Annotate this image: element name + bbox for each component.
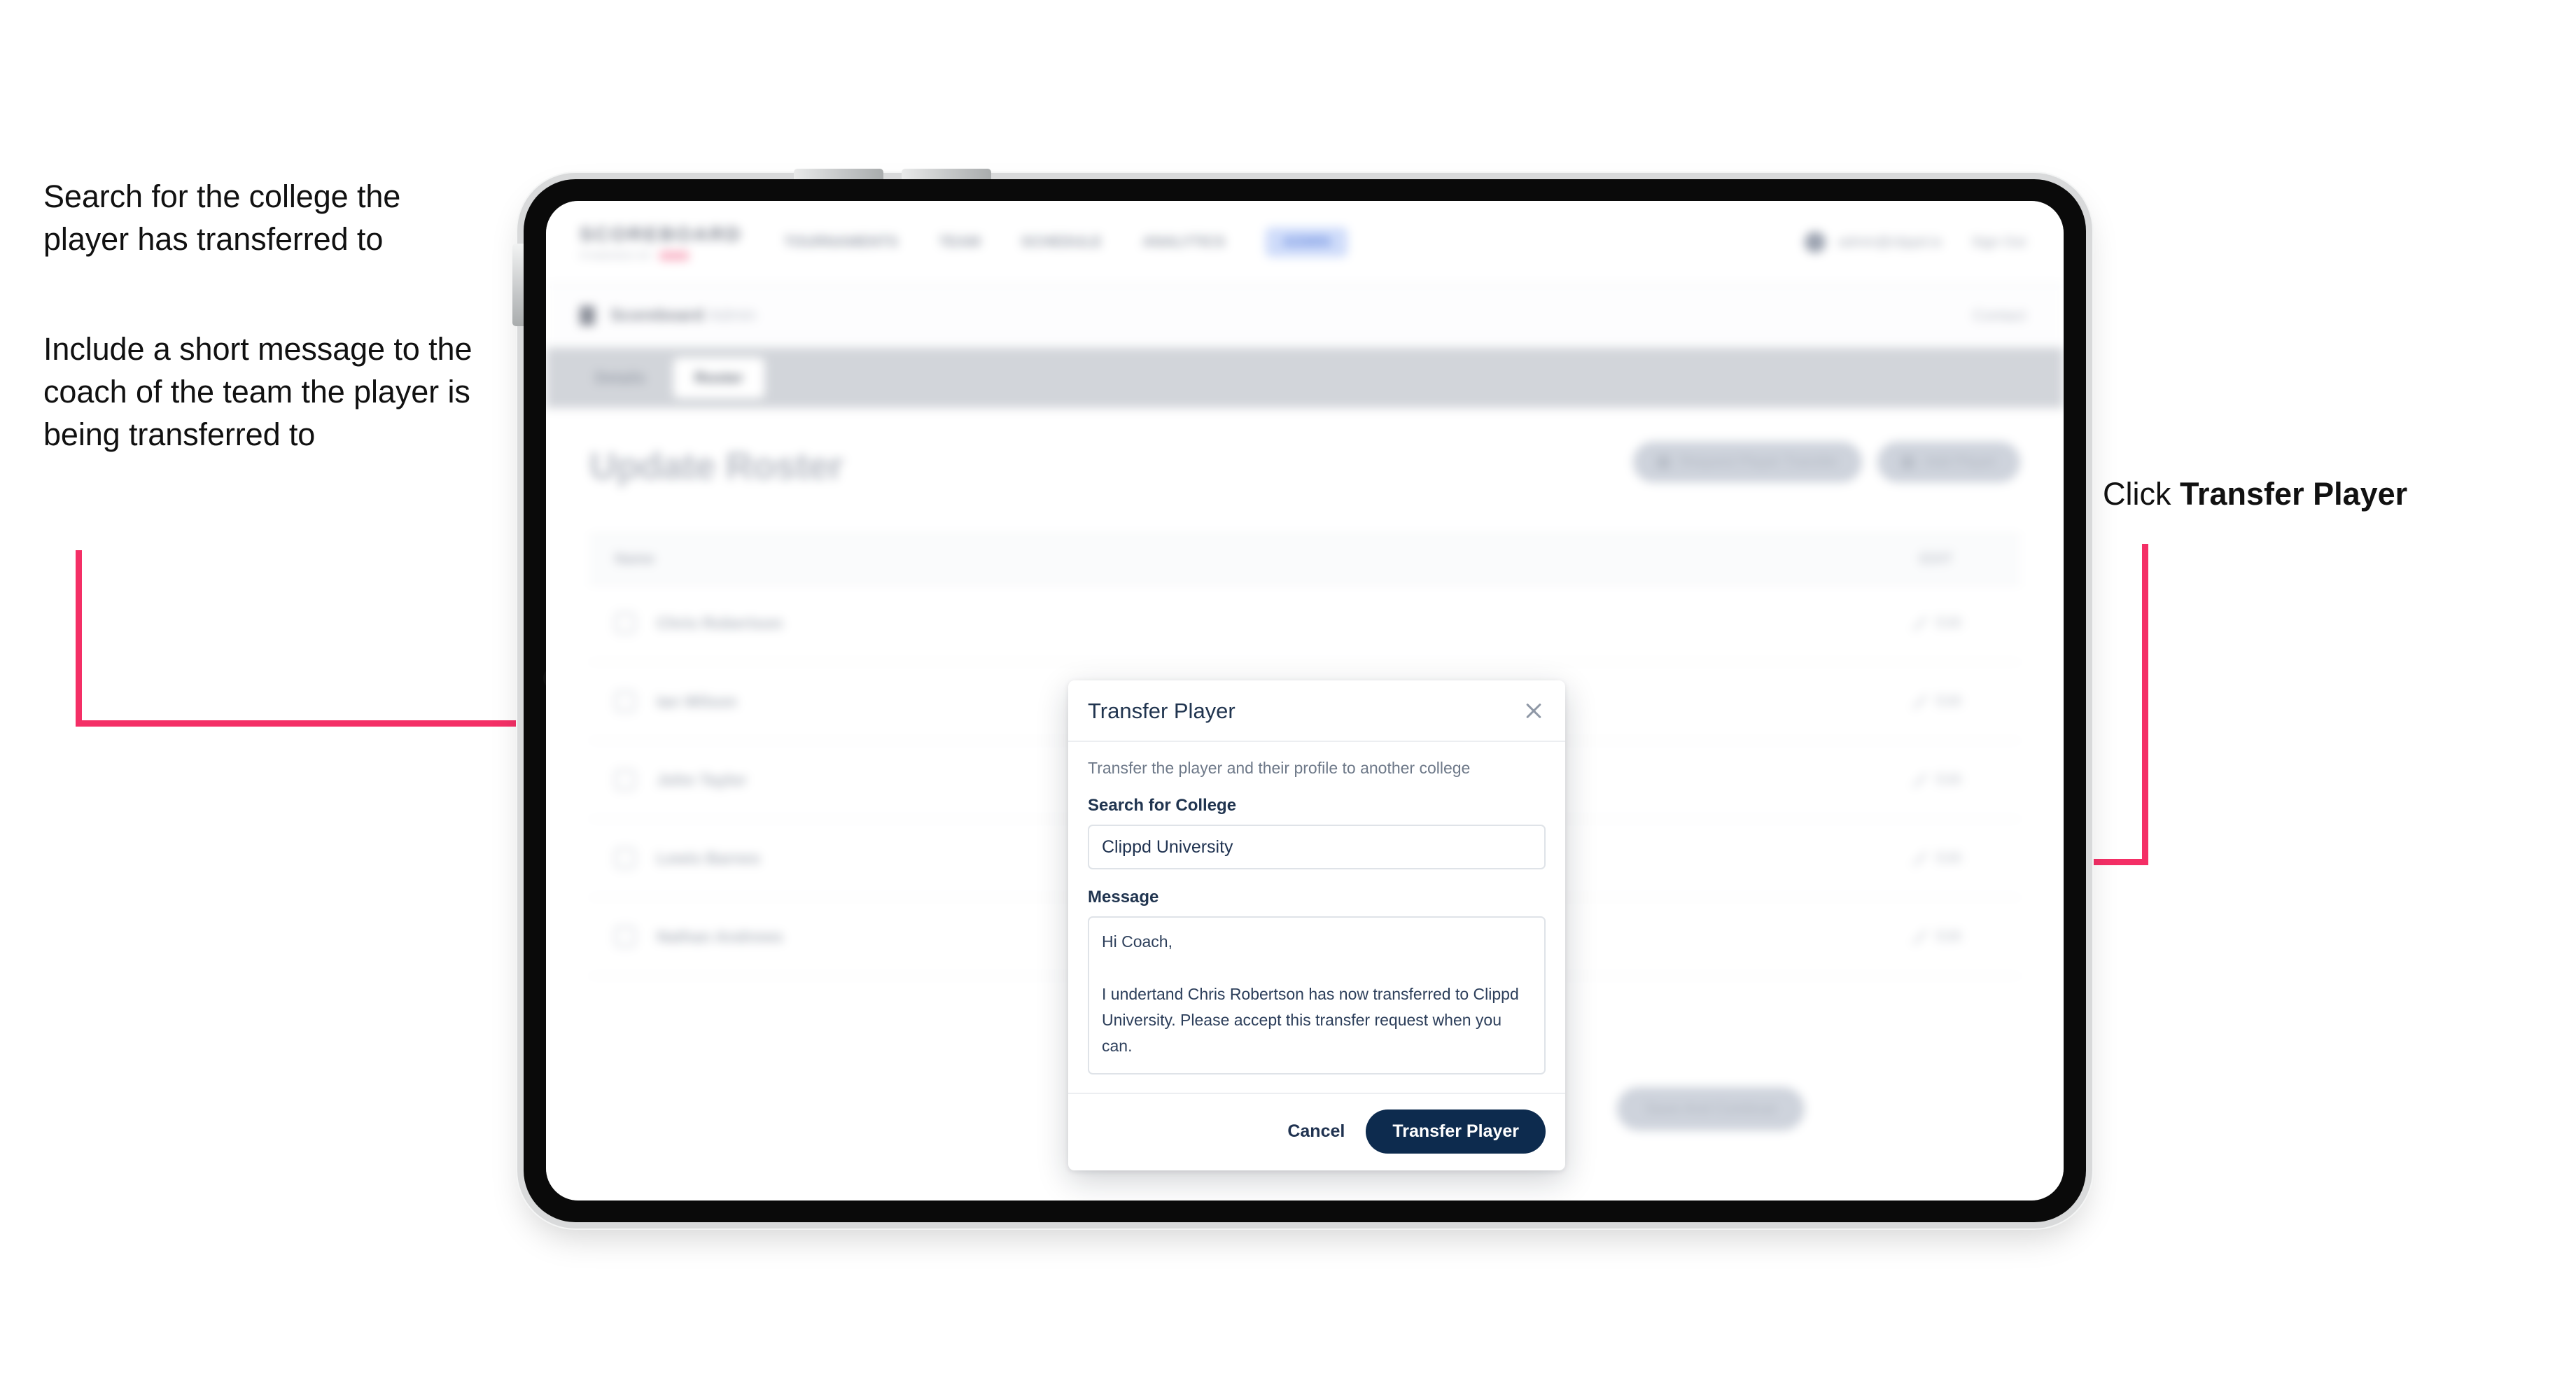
breadcrumb: Scoreboard Admin <box>610 306 756 326</box>
college-search-input[interactable]: Clippd University <box>1088 825 1546 869</box>
scoreboard-icon <box>580 306 595 326</box>
message-field-label: Message <box>1088 888 1159 906</box>
pencil-icon <box>1912 930 1926 944</box>
row-checkbox[interactable] <box>615 612 636 634</box>
breadcrumb-contact-link[interactable]: Contact <box>1973 307 2026 325</box>
dialog-header: Transfer Player <box>1068 680 1565 742</box>
tab-strip: Details Roster <box>546 348 2064 408</box>
nav-links: TOURNAMENTS TEAM SCHEDULE ANALYTICS ADMI… <box>784 227 1348 257</box>
edit-label: Edit <box>1935 615 1961 631</box>
nav-item-tournaments[interactable]: TOURNAMENTS <box>784 234 898 251</box>
add-player-label: Add Player <box>1924 454 1996 470</box>
brand-logo[interactable]: SCOREBOARD POWERED BY <box>580 223 743 261</box>
pencil-icon <box>1912 773 1926 787</box>
brand-subtitle: POWERED BY <box>580 250 717 261</box>
nav-item-schedule[interactable]: SCHEDULE <box>1021 234 1102 251</box>
player-name: Lewis Barnes <box>657 848 761 867</box>
breadcrumb-title: Scoreboard <box>610 306 704 325</box>
pencil-icon <box>1912 616 1926 630</box>
header-actions: Request Player Transfer Add Player <box>1632 442 2020 482</box>
breadcrumb-bar: Scoreboard Admin Contact <box>546 285 2064 348</box>
nav-item-admin[interactable]: ADMIN <box>1266 227 1348 257</box>
pencil-icon <box>1912 851 1926 865</box>
edit-action[interactable]: Edit <box>1912 850 1961 867</box>
annotation-click-transfer: Click Transfer Player <box>2103 472 2407 515</box>
nav-item-team[interactable]: TEAM <box>939 234 981 251</box>
brand-mark: SCOREBOARD <box>580 223 743 245</box>
table-row[interactable]: Chris Robertson Edit <box>589 584 2020 663</box>
transfer-player-button[interactable]: Transfer Player <box>1366 1110 1546 1154</box>
save-and-continue-button[interactable]: Save And Continue <box>1616 1087 1805 1130</box>
avatar[interactable] <box>1805 232 1826 253</box>
dialog-footer: Cancel Transfer Player <box>1068 1093 1565 1170</box>
field-spacer <box>1088 869 1546 888</box>
nav-right-group: admin@clippd.io Sign Out <box>1805 232 2026 253</box>
volume-up-button[interactable] <box>794 169 883 179</box>
edit-label: Edit <box>1935 928 1961 944</box>
edit-action[interactable]: Edit <box>1912 771 1961 788</box>
annotation-line-left-vertical <box>76 550 82 727</box>
annotation-search-college: Search for the college the player has tr… <box>43 178 401 258</box>
annotation-line-right-vertical <box>2142 544 2148 865</box>
edit-action[interactable]: Edit <box>1912 615 1961 631</box>
row-checkbox[interactable] <box>615 691 636 712</box>
breadcrumb-muted: Admin <box>708 306 757 325</box>
nav-item-analytics[interactable]: ANALYTICS <box>1142 234 1225 251</box>
row-checkbox[interactable] <box>615 848 636 869</box>
player-name: Ian Wilson <box>657 692 737 710</box>
player-name: Chris Robertson <box>657 613 783 632</box>
dialog-description: Transfer the player and their profile to… <box>1088 759 1471 777</box>
message-textarea[interactable]: Hi Coach, I undertand Chris Robertson ha… <box>1088 916 1546 1074</box>
player-name: Nathan Andrews <box>657 927 783 946</box>
request-player-transfer-button[interactable]: Request Player Transfer <box>1632 442 1863 482</box>
add-player-button[interactable]: Add Player <box>1877 442 2020 482</box>
edit-label: Edit <box>1935 850 1961 866</box>
annotation-include-message: Include a short message to the coach of … <box>43 331 472 453</box>
column-header-name: Name <box>615 551 655 567</box>
brand-accent-mark <box>659 251 689 260</box>
edit-label: Edit <box>1935 693 1961 709</box>
sign-out-link[interactable]: Sign Out <box>1971 234 2026 251</box>
annotation-click-prefix: Click <box>2103 476 2180 512</box>
dialog-body: Transfer the player and their profile to… <box>1068 742 1565 1093</box>
edit-action[interactable]: Edit <box>1912 693 1961 710</box>
top-navigation-bar: SCOREBOARD POWERED BY TOURNAMENTS TEAM S… <box>546 201 2064 285</box>
table-header-row: Name EDIT <box>589 534 2020 584</box>
annotation-click-bold: Transfer Player <box>2180 476 2408 512</box>
row-checkbox[interactable] <box>615 926 636 947</box>
request-player-transfer-label: Request Player Transfer <box>1679 454 1839 470</box>
cancel-button[interactable]: Cancel <box>1287 1121 1345 1142</box>
power-button[interactable] <box>512 244 524 326</box>
pencil-icon <box>1912 694 1926 708</box>
dialog-title: Transfer Player <box>1088 699 1236 723</box>
tab-details[interactable]: Details <box>574 358 666 398</box>
transfer-icon <box>1656 455 1670 469</box>
close-icon[interactable] <box>1522 699 1546 723</box>
tab-roster[interactable]: Roster <box>673 358 764 398</box>
player-name: John Taylor <box>657 770 747 789</box>
tablet-screen: SCOREBOARD POWERED BY TOURNAMENTS TEAM S… <box>546 201 2064 1200</box>
page-title: Update Roster <box>589 445 844 487</box>
transfer-player-dialog: Transfer Player Transfer the player and … <box>1068 680 1565 1170</box>
tablet-device: SCOREBOARD POWERED BY TOURNAMENTS TEAM S… <box>512 169 2086 1222</box>
edit-action[interactable]: Edit <box>1912 928 1961 945</box>
plus-icon <box>1901 455 1915 469</box>
volume-down-button[interactable] <box>902 169 991 179</box>
nav-user-email: admin@clippd.io <box>1838 234 1942 250</box>
screenshot-stage: Search for the college the player has tr… <box>0 0 2576 1386</box>
row-checkbox[interactable] <box>615 769 636 790</box>
column-header-edit: EDIT <box>1919 551 1953 567</box>
brand-sub-text: POWERED BY <box>580 250 653 261</box>
edit-label: Edit <box>1935 771 1961 788</box>
college-field-label: Search for College <box>1088 796 1237 815</box>
